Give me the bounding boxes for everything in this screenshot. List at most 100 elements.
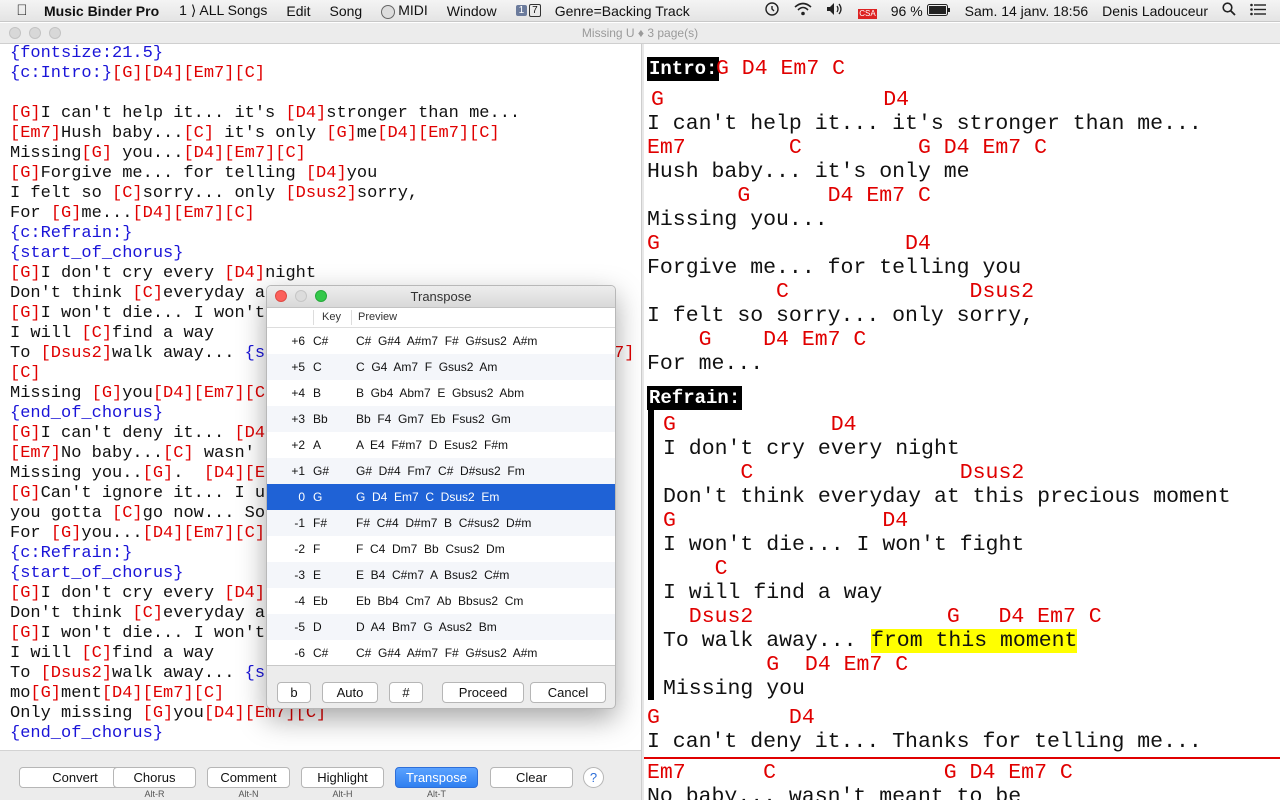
transpose-row[interactable]: +2 A A E4 F#m7 D Esus2 F#m bbox=[267, 432, 615, 458]
transpose-table[interactable]: Key Preview +6 C# C# G#4 A#m7 F# G#sus2 A#… bbox=[267, 308, 615, 666]
editor-line[interactable]: [Em7]Hush baby...[C] it's only [G]me[D4]… bbox=[10, 124, 641, 144]
section-label-intro: Intro: bbox=[647, 57, 720, 81]
transpose-button[interactable]: Transpose bbox=[395, 767, 478, 788]
chord-line: C Dsus2 bbox=[663, 461, 1025, 485]
editor-line[interactable]: I felt so [C]sorry... only [Dsus2]sorry, bbox=[10, 184, 641, 204]
editor-line[interactable]: {fontsize:21.5} bbox=[10, 44, 641, 64]
transpose-row[interactable]: 0G G D4 Em7 C Dsus2 Em bbox=[267, 484, 615, 510]
transpose-row[interactable]: +1 G# G# D#4 Fm7 C# D#sus2 Fm bbox=[267, 458, 615, 484]
apple-logo-icon[interactable]:  bbox=[0, 2, 44, 19]
editor-line[interactable]: For [G]me...[D4][Em7][C] bbox=[10, 204, 641, 224]
chorus-button[interactable]: Chorus bbox=[113, 767, 196, 788]
transpose-row[interactable]: -6 C# C# G#4 A#m7 F# G#sus2 A#m bbox=[267, 640, 615, 666]
chord-line: G D4 bbox=[647, 232, 931, 256]
highlight-button[interactable]: Highlight bbox=[301, 767, 384, 788]
editor-line[interactable] bbox=[10, 84, 641, 104]
transpose-row[interactable]: -2 F F C4 Dm7 Bb Csus2 Dm bbox=[267, 536, 615, 562]
chord-token: [Em7] bbox=[10, 124, 62, 143]
column-header-key[interactable]: Key bbox=[322, 311, 341, 323]
lyric-line: Missing you... bbox=[647, 208, 828, 232]
window-title: Missing U ♦ 3 page(s) bbox=[581, 26, 699, 40]
transpose-key: F# bbox=[313, 516, 328, 530]
transpose-offset: +1 bbox=[291, 464, 305, 478]
chord-token: [C] bbox=[183, 124, 215, 143]
directive-token: {fontsize:21.5} bbox=[10, 44, 164, 63]
editor-line[interactable]: {c:Intro:}[G][D4][Em7][C] bbox=[10, 64, 641, 84]
lyric-token: I can't help it... it's bbox=[40, 104, 286, 123]
spotlight-search-icon[interactable] bbox=[1222, 2, 1236, 19]
directive-token: {end_of_chorus} bbox=[10, 404, 164, 423]
help-icon[interactable]: ? bbox=[583, 767, 604, 788]
chord-token: [G] bbox=[91, 384, 123, 403]
transpose-preview: F C4 Dm7 Bb Csus2 Dm bbox=[356, 542, 505, 556]
editor-line[interactable]: {start_of_chorus} bbox=[10, 244, 641, 264]
flag-icon[interactable]: CSA bbox=[858, 3, 877, 19]
chord-token: [D4][Em7][C] bbox=[101, 684, 225, 703]
directive-token: {start_of_chorus} bbox=[10, 244, 184, 263]
lyric-token: stronger than me... bbox=[326, 104, 521, 123]
chord-token: [G] bbox=[10, 304, 41, 323]
transpose-row[interactable]: +3 Bb Bb F4 Gm7 Eb Fsus2 Gm bbox=[267, 406, 615, 432]
time-machine-icon[interactable] bbox=[764, 2, 780, 19]
transpose-preview: G# D#4 Fm7 C# D#sus2 Fm bbox=[356, 464, 525, 478]
chord-token: [G] bbox=[10, 424, 41, 443]
column-header-preview[interactable]: Preview bbox=[358, 311, 397, 323]
cancel-button[interactable]: Cancel bbox=[530, 682, 606, 703]
lyric-token: Missing bbox=[10, 384, 92, 403]
transpose-row[interactable]: -4 Eb Eb Bb4 Cm7 Ab Bbsus2 Cm bbox=[267, 588, 615, 614]
sharp-button[interactable]: # bbox=[389, 682, 423, 703]
chord-token: [D4] bbox=[224, 584, 266, 603]
menu-edit[interactable]: Edit bbox=[286, 3, 310, 19]
chord-token: [C] bbox=[112, 504, 143, 523]
directive-token: {c:Intro:} bbox=[10, 64, 113, 83]
lyric-line: I can't deny it... Thanks for telling me… bbox=[647, 730, 1202, 754]
lyric-line: I can't help it... it's stronger than me… bbox=[647, 112, 1202, 136]
battery-percent[interactable]: 96 % bbox=[891, 3, 923, 19]
lyric-token: ment bbox=[61, 684, 102, 703]
transpose-key: Bb bbox=[313, 412, 328, 426]
lyric-token: Can't ignore it... I u bbox=[40, 484, 266, 503]
transpose-row[interactable]: +4 B B Gb4 Abm7 E Gbsus2 Abm bbox=[267, 380, 615, 406]
menu-song[interactable]: Song bbox=[330, 3, 363, 19]
clear-button[interactable]: Clear bbox=[490, 767, 573, 788]
menu-songs[interactable]: 1 ⟩ ALL Songs bbox=[179, 2, 267, 19]
transpose-row[interactable]: +5 C C G4 Am7 F Gsus2 Am bbox=[267, 354, 615, 380]
editor-line[interactable]: [G]Forgive me... for telling [D4]you bbox=[10, 164, 641, 184]
transpose-row[interactable]: -3 E E B4 C#m7 A Bsus2 C#m bbox=[267, 562, 615, 588]
lyric-line: Forgive me... for telling you bbox=[647, 256, 1022, 280]
chord-token: [D4][Em7][C] bbox=[142, 524, 266, 543]
directive-token: {s bbox=[244, 344, 266, 363]
transpose-row[interactable]: +6 C# C# G#4 A#m7 F# G#sus2 A#m bbox=[267, 328, 615, 354]
notification-list-icon[interactable] bbox=[1250, 3, 1266, 19]
chord-token: [G][D4][Em7][C] bbox=[112, 64, 266, 83]
editor-line[interactable]: {c:Refrain:} bbox=[10, 224, 641, 244]
genre-filter[interactable]: Genre=Backing Track bbox=[555, 3, 690, 19]
chord-token: [G] bbox=[50, 204, 82, 223]
transpose-preview: C# G#4 A#m7 F# G#sus2 A#m bbox=[356, 646, 538, 660]
editor-line[interactable]: Missing[G] you...[D4][Em7][C] bbox=[10, 144, 641, 164]
flat-button[interactable]: b bbox=[277, 682, 311, 703]
editor-line[interactable]: [G]I don't cry every [D4]night bbox=[10, 264, 641, 284]
midi-status-icon bbox=[381, 4, 396, 19]
wifi-icon[interactable] bbox=[794, 2, 812, 19]
transpose-row[interactable]: -5 D D A4 Bm7 G Asus2 Bm bbox=[267, 614, 615, 640]
menu-window[interactable]: Window bbox=[447, 3, 497, 19]
transpose-rows: +6 C# C# G#4 A#m7 F# G#sus2 A#m +5 C C G4 Am7… bbox=[267, 328, 615, 666]
volume-icon[interactable] bbox=[826, 2, 844, 19]
page-badge[interactable]: 1 7 bbox=[515, 4, 541, 17]
transpose-row[interactable]: -1 F# F# C#4 D#m7 B C#sus2 D#m bbox=[267, 510, 615, 536]
auto-button[interactable]: Auto bbox=[322, 682, 378, 703]
editor-line[interactable]: [G]I can't help it... it's [D4]stronger … bbox=[10, 104, 641, 124]
proceed-button[interactable]: Proceed bbox=[442, 682, 524, 703]
clock[interactable]: Sam. 14 janv. 18:56 bbox=[965, 3, 1088, 19]
user-name[interactable]: Denis Ladouceur bbox=[1102, 3, 1208, 19]
comment-button[interactable]: Comment bbox=[207, 767, 290, 788]
chord-line: Em7 C G D4 Em7 C bbox=[647, 761, 1073, 785]
editor-line[interactable]: {end_of_chorus} bbox=[10, 724, 641, 744]
app-menu[interactable]: Music Binder Pro bbox=[44, 3, 159, 19]
chord-token: [C] bbox=[10, 364, 41, 383]
menu-midi[interactable]: MIDI bbox=[381, 2, 428, 19]
chord-line: G D4 bbox=[663, 413, 857, 437]
editor-overflow-fragment: 7] bbox=[614, 344, 635, 363]
lyric-token: . bbox=[173, 464, 204, 483]
